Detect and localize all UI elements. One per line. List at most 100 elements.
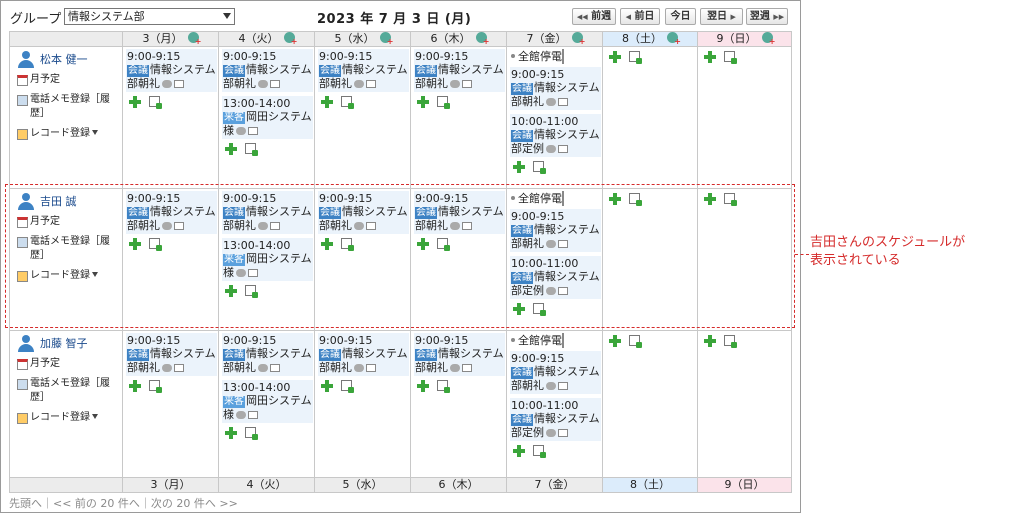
- schedule-event[interactable]: 9:00-9:15 会議 情報システム部朝礼: [222, 49, 313, 92]
- event-time: 9:00-9:15: [127, 50, 181, 63]
- user-name[interactable]: 松本 健一: [40, 51, 88, 67]
- add-todo-icon[interactable]: [245, 143, 258, 156]
- add-schedule-icon[interactable]: [475, 32, 490, 46]
- phone-memo-label: 電話メモ登録［履歴］: [30, 378, 110, 403]
- group-select[interactable]: 情報システム部: [64, 8, 235, 25]
- schedule-event[interactable]: 9:00-9:15 会議 情報システム部朝礼: [318, 49, 409, 92]
- schedule-event[interactable]: 10:00-11:00 会議 情報システム部定例: [510, 114, 601, 157]
- record-register-link[interactable]: レコード登録: [14, 411, 110, 425]
- user-name[interactable]: 加藤 智子: [40, 335, 88, 351]
- monthly-schedule-link[interactable]: 月予定: [14, 357, 110, 371]
- add-schedule-icon[interactable]: [225, 427, 237, 439]
- calendar-icon: [17, 359, 28, 370]
- allday-event[interactable]: 全館停電: [511, 333, 601, 348]
- add-todo-icon[interactable]: [245, 427, 258, 440]
- phone-memo-link[interactable]: 電話メモ登録［履歴］: [14, 93, 110, 121]
- schedule-event[interactable]: 13:00-14:00 来客 岡田システム様: [222, 380, 313, 423]
- add-todo-icon[interactable]: [629, 51, 642, 64]
- avatar-head: [22, 51, 30, 59]
- add-schedule-icon[interactable]: [187, 32, 202, 46]
- add-todo-icon[interactable]: [533, 161, 546, 174]
- add-row: [704, 335, 790, 348]
- today-button[interactable]: 今日: [665, 8, 696, 25]
- day-header: 4（火）: [218, 477, 315, 493]
- add-todo-icon[interactable]: [629, 335, 642, 348]
- schedule-event[interactable]: 13:00-14:00 来客 岡田システム様: [222, 96, 313, 139]
- add-schedule-icon[interactable]: [704, 51, 716, 63]
- day-cell: 全館停電 9:00-9:15 会議 情報システム部朝礼 10:00-11:00 会議 情報シ…: [506, 46, 603, 189]
- pager-first-link[interactable]: 先頭へ: [9, 497, 42, 510]
- add-schedule-icon[interactable]: [513, 161, 525, 173]
- schedule-event[interactable]: 9:00-9:15 会議 情報システム部朝礼: [414, 333, 505, 376]
- schedule-event[interactable]: 9:00-9:15 会議 情報システム部朝礼: [126, 49, 217, 92]
- prev-week-button[interactable]: ◀◀ 前週: [572, 8, 616, 25]
- event-time: 9:00-9:15: [127, 334, 181, 347]
- add-schedule-icon[interactable]: [417, 380, 429, 392]
- day-header-label: 9（日）: [716, 32, 757, 45]
- next-week-button[interactable]: 翌週 ▶▶: [746, 8, 788, 25]
- phone-memo-label: 電話メモ登録［履歴］: [30, 94, 110, 119]
- event-time: 9:00-9:15: [319, 50, 373, 63]
- add-schedule-icon[interactable]: [761, 32, 776, 46]
- caret-down-icon[interactable]: [92, 130, 98, 135]
- schedule-event[interactable]: 9:00-9:15 会議 情報システム部朝礼: [510, 67, 601, 110]
- allday-event[interactable]: 全館停電: [511, 49, 601, 64]
- double-left-arrow-icon: ◀◀: [576, 13, 588, 21]
- pager-prev-link[interactable]: << 前の 20 件へ: [53, 497, 140, 510]
- add-todo-icon[interactable]: [149, 380, 162, 393]
- monthly-schedule-link[interactable]: 月予定: [14, 73, 110, 87]
- add-row: [704, 51, 790, 64]
- add-schedule-icon[interactable]: [321, 380, 333, 392]
- phone-memo-link[interactable]: 電話メモ登録［履歴］: [14, 377, 110, 405]
- day-header-label: 3（月）: [150, 478, 191, 491]
- event-time: 13:00-14:00: [223, 381, 291, 394]
- next-day-button[interactable]: 翌日 ▶: [700, 8, 743, 25]
- schedule-event[interactable]: 9:00-9:15 会議 情報システム部朝礼: [414, 49, 505, 92]
- add-schedule-icon[interactable]: [667, 32, 681, 46]
- add-schedule-icon[interactable]: [379, 32, 394, 46]
- user-avatar-icon: [18, 335, 34, 353]
- add-todo-icon[interactable]: [341, 380, 354, 393]
- add-todo-icon[interactable]: [724, 335, 737, 348]
- schedule-event[interactable]: 10:00-11:00 会議 情報システム部定例: [510, 398, 601, 441]
- add-todo-icon[interactable]: [437, 96, 450, 109]
- day-header-label: 3（月）: [142, 32, 183, 45]
- add-row: [417, 96, 505, 109]
- record-register-link[interactable]: レコード登録: [14, 127, 110, 141]
- add-schedule-icon[interactable]: [321, 96, 333, 108]
- add-todo-icon[interactable]: [533, 445, 546, 458]
- day-cell: 9:00-9:15 会議 情報システム部朝礼: [410, 330, 507, 478]
- event-category-tag: 会議: [127, 349, 149, 361]
- add-schedule-icon[interactable]: [609, 51, 621, 63]
- callout-connector: [795, 254, 809, 255]
- attendee-icon: [248, 127, 258, 135]
- add-todo-icon[interactable]: [724, 51, 737, 64]
- add-todo-icon[interactable]: [341, 96, 354, 109]
- add-schedule-icon[interactable]: [513, 445, 525, 457]
- add-schedule-icon[interactable]: [417, 96, 429, 108]
- add-todo-icon[interactable]: [437, 380, 450, 393]
- add-schedule-icon[interactable]: [225, 143, 237, 155]
- prev-day-button[interactable]: ◀ 前日: [620, 8, 660, 25]
- day-cell: 9:00-9:15 会議 情報システム部朝礼: [122, 330, 219, 478]
- day-header-label: 7（金）: [534, 478, 575, 491]
- schedule-event[interactable]: 9:00-9:15 会議 情報システム部朝礼: [510, 351, 601, 394]
- caret-down-icon[interactable]: [92, 414, 98, 419]
- add-schedule-icon[interactable]: [129, 96, 141, 108]
- add-schedule-icon[interactable]: [609, 335, 621, 347]
- group-select-value: 情報システム部: [68, 10, 145, 23]
- schedule-event[interactable]: 9:00-9:15 会議 情報システム部朝礼: [126, 333, 217, 376]
- add-schedule-icon[interactable]: [283, 32, 298, 46]
- next-week-label: 翌週: [749, 11, 770, 22]
- chevron-down-icon: [223, 13, 231, 19]
- add-schedule-icon[interactable]: [704, 335, 716, 347]
- avatar-body: [18, 60, 34, 68]
- right-arrow-icon: ▶: [730, 13, 736, 21]
- pager-next-link[interactable]: 次の 20 件へ >>: [151, 497, 238, 510]
- schedule-event[interactable]: 9:00-9:15 会議 情報システム部朝礼: [222, 333, 313, 376]
- add-todo-icon[interactable]: [149, 96, 162, 109]
- add-schedule-icon[interactable]: [129, 380, 141, 392]
- schedule-event[interactable]: 9:00-9:15 会議 情報システム部朝礼: [318, 333, 409, 376]
- day-cell: 9:00-9:15 会議 情報システム部朝礼: [122, 46, 219, 189]
- add-schedule-icon[interactable]: [571, 32, 586, 46]
